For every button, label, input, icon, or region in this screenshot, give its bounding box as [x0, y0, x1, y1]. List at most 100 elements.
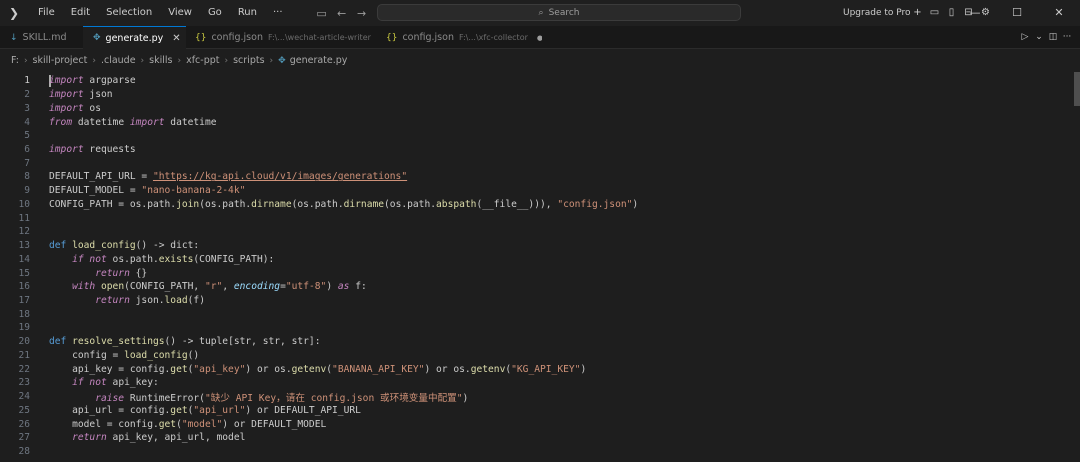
code-line[interactable]: 16 with open(CONFIG_PATH, "r", encoding=…	[0, 280, 1074, 294]
code-line[interactable]: 4 from datetime import datetime	[0, 115, 1074, 129]
breadcrumb-skills[interactable]: skills	[149, 55, 172, 66]
code-line[interactable]: 14 if not os.path.exists(CONFIG_PATH):	[0, 253, 1074, 267]
scrollbar-thumb[interactable]	[1074, 72, 1080, 106]
tab-config-json-xfc[interactable]: {} config.json F:\...\xfc-collector ●	[377, 26, 542, 49]
code-line[interactable]: 10 CONFIG_PATH = os.path.join(os.path.dir…	[0, 198, 1074, 212]
code-text: return json.load(f)	[49, 295, 205, 307]
breadcrumb-drive[interactable]: F:	[11, 55, 19, 66]
json-icon: {}	[195, 32, 207, 43]
breadcrumb-xfc-ppt[interactable]: xfc-ppt	[186, 55, 219, 66]
code-line[interactable]: 12	[0, 225, 1074, 239]
breadcrumb-scripts[interactable]: scripts	[233, 55, 264, 66]
code-line[interactable]: 17 return json.load(f)	[0, 294, 1074, 308]
code-text: DEFAULT_API_URL = "https://kg-api.cloud/…	[49, 171, 408, 183]
chevron-down-icon[interactable]: ⌄	[1032, 26, 1046, 49]
code-line[interactable]: 20 def resolve_settings() -> tuple[str, s…	[0, 335, 1074, 349]
maximize-icon[interactable]: ☐	[996, 0, 1038, 26]
search-icon: ⌕	[538, 7, 544, 18]
code-line[interactable]: 1 import argparse	[0, 74, 1074, 88]
breadcrumb-skill-project[interactable]: skill-project	[33, 55, 88, 66]
menu-more[interactable]: ···	[265, 0, 291, 26]
line-number: 28	[18, 446, 30, 458]
breadcrumb-file[interactable]: generate.py	[290, 55, 348, 66]
python-icon: ✥	[278, 55, 286, 66]
line-number: 11	[18, 212, 30, 224]
code-line[interactable]: 3 import os	[0, 102, 1074, 116]
toggle-sidebar-icon[interactable]: ▭	[312, 7, 332, 20]
line-number: 3	[24, 102, 30, 114]
line-number: 21	[18, 349, 30, 361]
plus-icon[interactable]: +	[909, 0, 926, 26]
code-line[interactable]: 28	[0, 445, 1074, 459]
vertical-scrollbar[interactable]	[1074, 72, 1080, 462]
menu-file[interactable]: File	[30, 0, 63, 26]
code-line[interactable]: 19	[0, 321, 1074, 335]
code-line[interactable]: 6 import requests	[0, 143, 1074, 157]
code-text: with open(CONFIG_PATH, "r", encoding="ut…	[49, 281, 367, 293]
code-line[interactable]: 21 config = load_config()	[0, 349, 1074, 363]
minimize-icon[interactable]: —	[954, 0, 996, 26]
code-text: model = config.get("model") or DEFAULT_M…	[49, 418, 327, 430]
tab-label: config.json	[211, 32, 263, 43]
chevron-right-icon: ›	[177, 55, 182, 66]
menu-run[interactable]: Run	[230, 0, 265, 26]
line-number: 9	[24, 185, 30, 197]
menu-bar: File Edit Selection View Go Run ···	[30, 0, 291, 26]
line-number: 18	[18, 308, 30, 320]
search-box[interactable]: ⌕ Search	[377, 4, 741, 21]
line-number: 20	[18, 336, 30, 348]
line-number: 26	[18, 418, 30, 430]
close-window-icon[interactable]: ✕	[1038, 0, 1080, 26]
code-line[interactable]: 5	[0, 129, 1074, 143]
breadcrumb-claude[interactable]: .claude	[101, 55, 136, 66]
forward-arrow-icon[interactable]: →	[352, 7, 372, 20]
tab-config-json-wechat[interactable]: {} config.json F:\...\wechat-article-wri…	[186, 26, 377, 49]
line-number: 22	[18, 363, 30, 375]
split-editor-icon[interactable]: ◫	[1046, 26, 1060, 49]
window-controls: — ☐ ✕	[954, 0, 1080, 26]
line-number: 19	[18, 322, 30, 334]
code-line[interactable]: 25 api_url = config.get("api_url") or DE…	[0, 404, 1074, 418]
code-text: api_key = config.get("api_key") or os.ge…	[49, 363, 587, 375]
toggle-panel-icon[interactable]: ▭	[926, 0, 943, 26]
code-line[interactable]: 8 DEFAULT_API_URL = "https://kg-api.cloud…	[0, 170, 1074, 184]
code-line[interactable]: 26 model = config.get("model") or DEFAUL…	[0, 417, 1074, 431]
tab-generate-py[interactable]: ✥ generate.py ✕	[83, 26, 186, 49]
back-arrow-icon[interactable]: ←	[332, 7, 352, 20]
more-actions-icon[interactable]: ···	[1060, 26, 1074, 49]
code-line[interactable]: 2 import json	[0, 88, 1074, 102]
line-number: 24	[18, 391, 30, 403]
code-text: import requests	[49, 144, 136, 156]
code-editor[interactable]: 1 import argparse 2 import json 3 import os…	[0, 72, 1080, 462]
tab-label: config.json	[402, 32, 454, 43]
code-text: import os	[49, 102, 101, 114]
close-tab-icon[interactable]: ✕	[172, 33, 180, 44]
line-number: 6	[24, 144, 30, 156]
code-line[interactable]: 11	[0, 211, 1074, 225]
code-text: def load_config() -> dict:	[49, 240, 200, 252]
markdown-icon: ↓	[10, 32, 18, 43]
code-line[interactable]: 23 if not api_key:	[0, 376, 1074, 390]
code-line[interactable]: 7	[0, 156, 1074, 170]
code-line[interactable]: 22 api_key = config.get("api_key") or os…	[0, 362, 1074, 376]
code-line[interactable]: 27 return api_key, api_url, model	[0, 431, 1074, 445]
tab-description: F:\...\wechat-article-writer	[267, 33, 371, 42]
upgrade-button[interactable]: Upgrade to Pro	[843, 0, 911, 26]
menu-view[interactable]: View	[160, 0, 200, 26]
menu-go[interactable]: Go	[200, 0, 230, 26]
code-line[interactable]: 18	[0, 307, 1074, 321]
code-line[interactable]: 24 raise RuntimeError("缺少 API Key，请在 con…	[0, 390, 1074, 404]
menu-selection[interactable]: Selection	[98, 0, 160, 26]
unsaved-dot-icon: ●	[536, 33, 542, 42]
tab-skill-md[interactable]: ↓ SKILL.md	[0, 26, 83, 49]
menu-edit[interactable]: Edit	[63, 0, 98, 26]
code-line[interactable]: 13 def load_config() -> dict:	[0, 239, 1074, 253]
code-text: import json	[49, 89, 113, 101]
line-number: 23	[18, 377, 30, 389]
tab-bar: ↓ SKILL.md ✥ generate.py ✕ {} config.jso…	[0, 26, 1080, 49]
code-line[interactable]: 9 DEFAULT_MODEL = "nano-banana-2-4k"	[0, 184, 1074, 198]
code-line[interactable]: 15 return {}	[0, 266, 1074, 280]
tab-description: F:\...\xfc-collector	[458, 33, 528, 42]
run-icon[interactable]: ▷	[1018, 26, 1032, 49]
line-number: 17	[18, 295, 30, 307]
